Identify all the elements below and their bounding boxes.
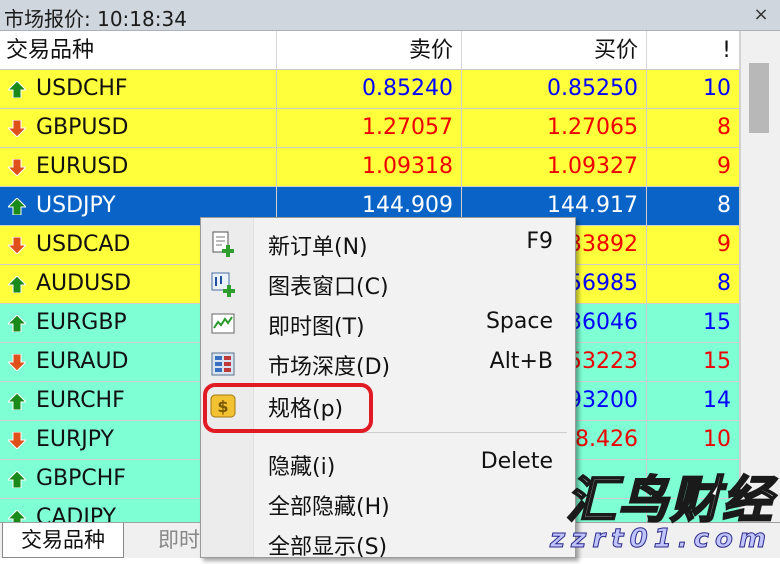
menu-item-label: 市场深度(D) [268,355,391,380]
menu-item-shortcut: Alt+B [489,349,553,374]
arrow-up-icon [8,471,26,488]
symbol-label: EURJPY [36,427,114,452]
spread-cell: 8 [647,265,740,303]
tick-chart-icon [209,311,237,337]
table-row[interactable]: GBPUSD 1.27057 1.27065 8 [0,109,740,148]
menu-item-hide[interactable]: 隐藏(i) Delete [201,444,575,484]
table-row[interactable]: USDCHF 0.85240 0.85250 10 [0,70,740,109]
highlight-annotation [203,383,373,433]
bid-cell: 1.27057 [277,109,462,147]
menu-item-label: 即时图(T) [268,315,365,340]
arrow-up-icon [8,510,26,522]
spread-cell: 8 [647,109,740,147]
arrow-down-icon [8,120,26,137]
symbol-label: USDJPY [36,193,116,218]
menu-item-chart-window[interactable]: 图表窗口(C) [201,264,575,304]
ask-cell: 1.27065 [462,109,647,147]
menu-item-shortcut: F9 [526,229,553,254]
column-header-symbol[interactable]: 交易品种 [0,31,277,70]
spread-cell: 15 [647,343,740,381]
ask-cell: 0.85250 [462,70,647,108]
symbol-label: GBPCHF [36,466,126,491]
new-order-icon [209,231,237,257]
symbol-label: EURGBP [36,310,127,335]
symbol-cell: EURUSD [0,148,277,186]
ask-cell: 1.09327 [462,148,647,186]
table-header: 交易品种 卖价 买价 ! [0,31,740,70]
symbol-label: EURCHF [36,388,125,413]
menu-item-label: 隐藏(i) [268,455,336,480]
watermark-url: zzrt01.com [550,524,772,555]
symbol-label: AUDUSD [36,271,132,296]
spread-cell: 14 [647,382,740,420]
menu-item-hide-all[interactable]: 全部隐藏(H) [201,484,575,524]
scrollbar-thumb[interactable] [749,63,769,133]
column-header-bid[interactable]: 卖价 [277,31,462,70]
arrow-down-icon [8,354,26,371]
menu-item-show-all[interactable]: 全部显示(S) [201,524,575,564]
symbol-label: USDCAD [36,232,131,257]
window-titlebar: 市场报价: 10:18:34 × [0,0,780,31]
chart-window-icon [209,271,237,297]
spread-cell: 8 [647,187,740,225]
symbol-label: GBPUSD [36,115,129,140]
menu-item-label: 全部隐藏(H) [268,495,390,520]
spread-cell: 15 [647,304,740,342]
symbol-label: EURUSD [36,154,129,179]
menu-item-market-depth[interactable]: 市场深度(D) Alt+B [201,344,575,384]
spread-cell: 9 [647,148,740,186]
window-title: 市场报价: 10:18:34 [4,7,187,31]
arrow-down-icon [8,159,26,176]
arrow-up-icon [8,276,26,293]
watermark: 汇鸟财经 zzrt01.com [536,460,780,558]
menu-item-label: 图表窗口(C) [268,275,389,300]
symbol-label: CADJPY [36,505,117,522]
spread-cell: 10 [647,70,740,108]
spread-cell: 10 [647,421,740,459]
spread-cell: 9 [647,226,740,264]
vertical-scrollbar[interactable] [740,31,780,522]
column-header-ask[interactable]: 买价 [462,31,647,70]
arrow-up-icon [8,198,26,215]
arrow-down-icon [8,432,26,449]
arrow-up-icon [8,315,26,332]
symbol-cell: GBPUSD [0,109,277,147]
arrow-up-icon [8,81,26,98]
arrow-up-icon [8,393,26,410]
arrow-down-icon [8,237,26,254]
menu-item-shortcut: Space [485,309,553,334]
market-depth-icon [209,351,237,377]
symbol-cell: USDCHF [0,70,277,108]
bid-cell: 1.09318 [277,148,462,186]
column-header-spread[interactable]: ! [647,31,740,70]
tab-symbols[interactable]: 交易品种 [2,523,124,558]
menu-item-label: 新订单(N) [268,235,368,260]
symbol-label: USDCHF [36,76,128,101]
symbol-label: EURAUD [36,349,129,374]
close-icon[interactable]: × [750,4,772,26]
watermark-main: 汇鸟财经 [565,470,774,530]
menu-item-tick-chart[interactable]: 即时图(T) Space [201,304,575,344]
table-row[interactable]: EURUSD 1.09318 1.09327 9 [0,148,740,187]
bid-cell: 0.85240 [277,70,462,108]
menu-item-new-order[interactable]: 新订单(N) F9 [201,224,575,264]
menu-item-label: 全部显示(S) [268,535,388,560]
